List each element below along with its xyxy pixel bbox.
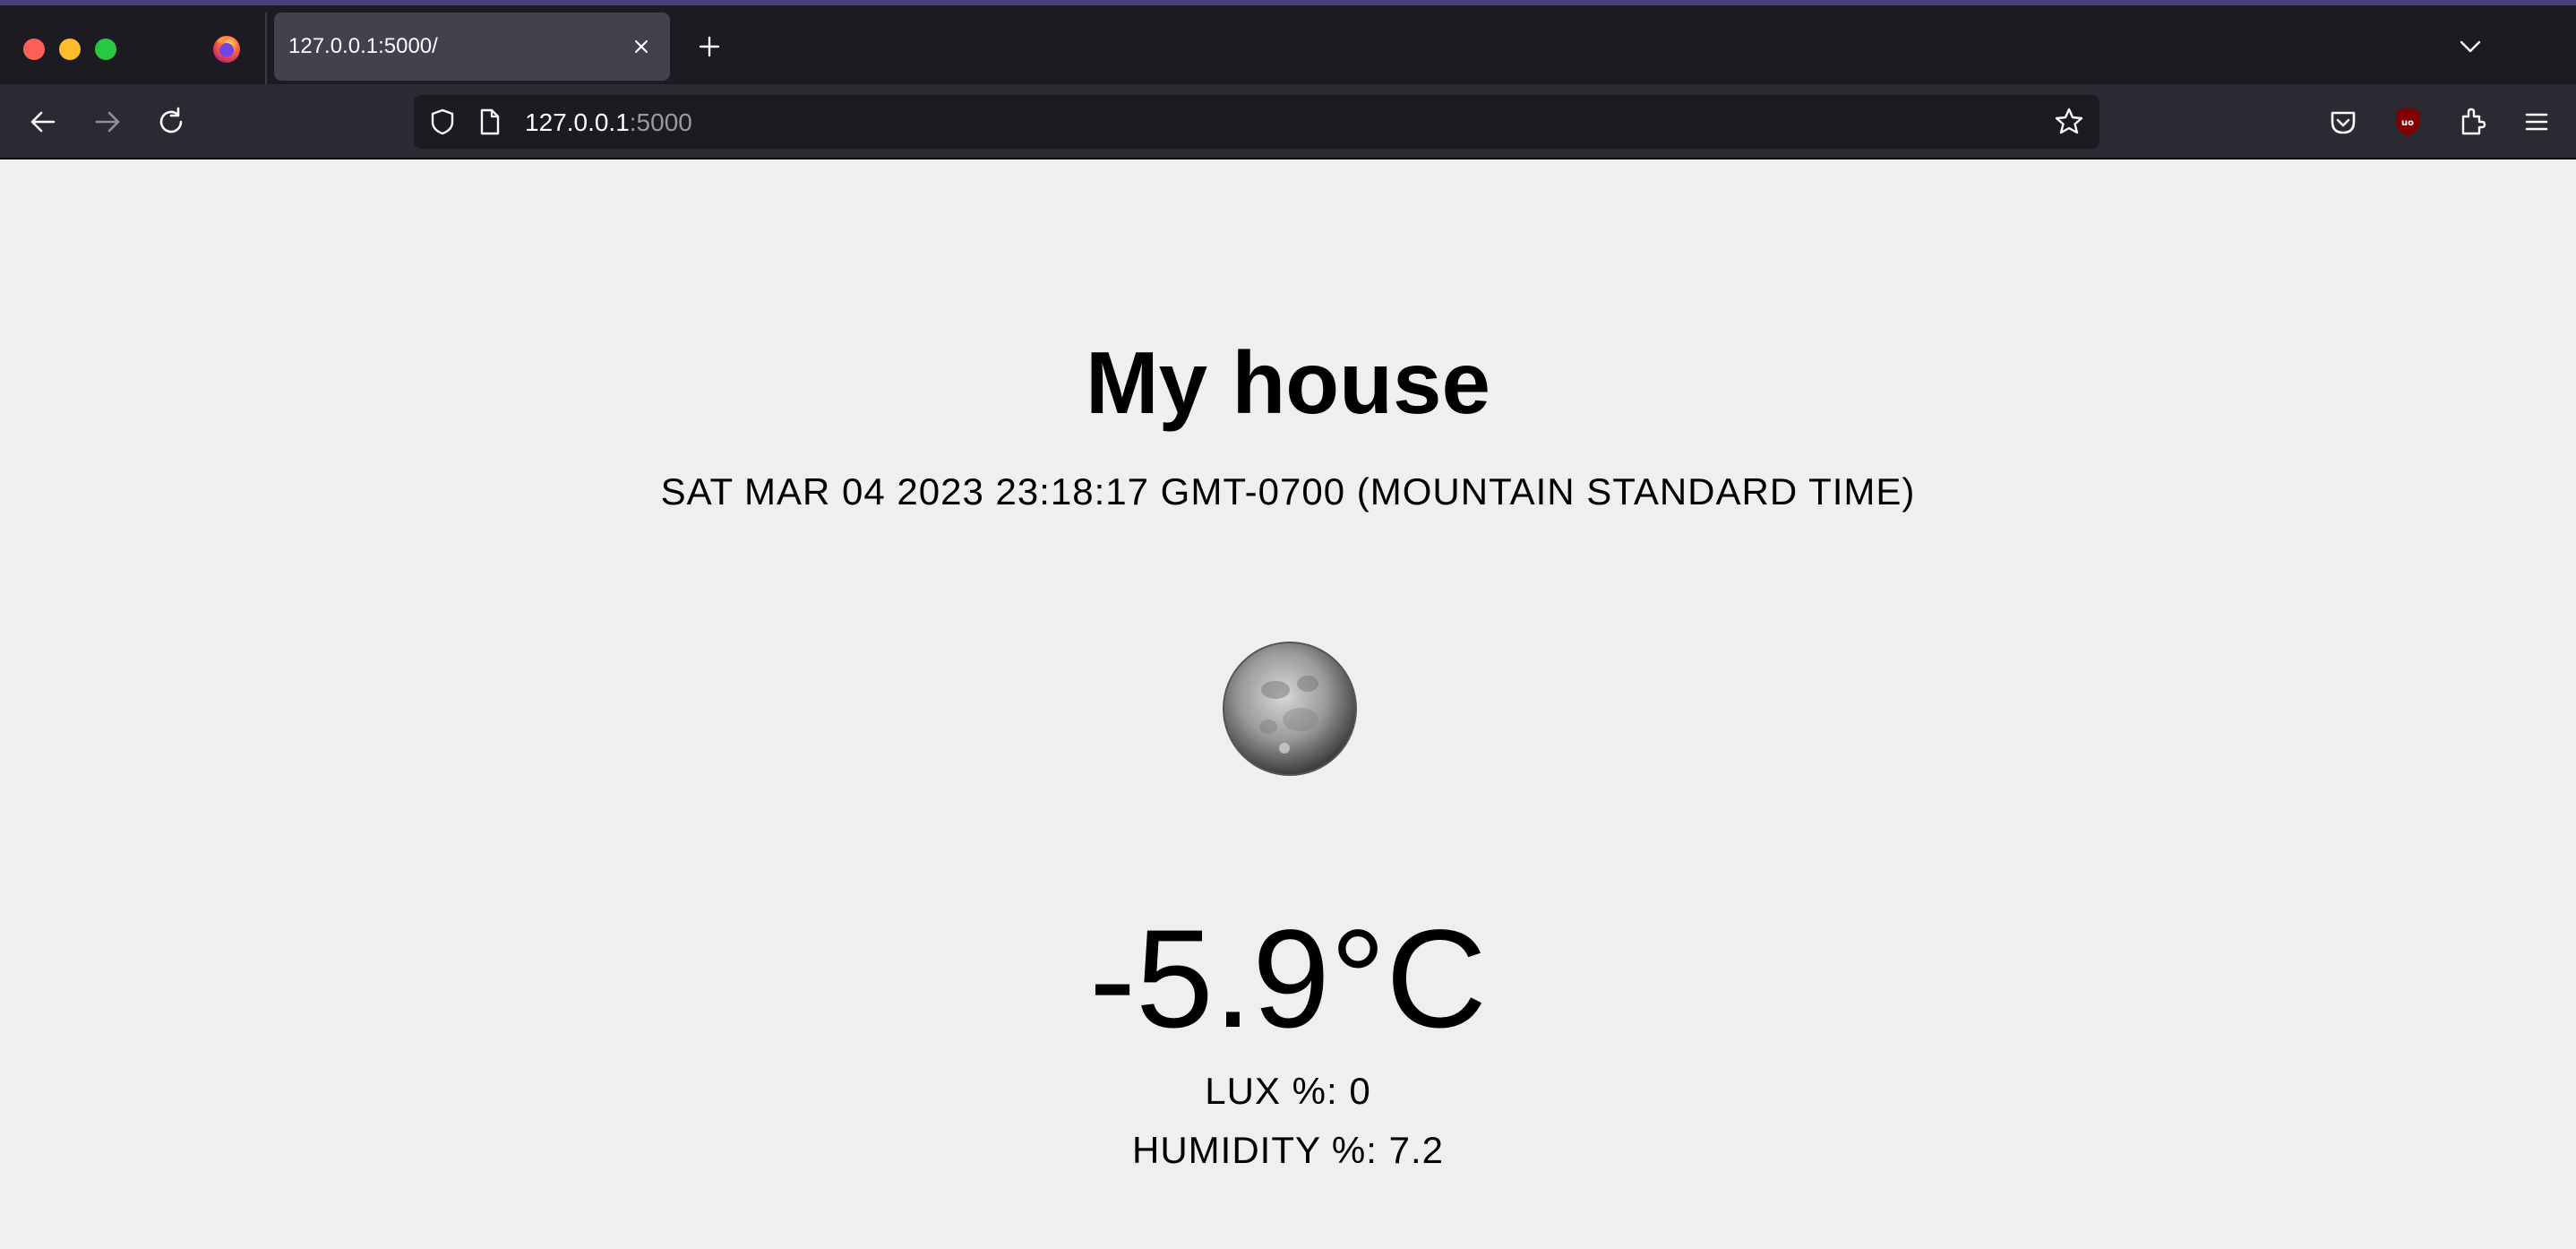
ublock-origin-icon[interactable]: uo	[2390, 104, 2426, 140]
back-arrow-icon[interactable]	[25, 104, 61, 140]
bookmark-star-icon[interactable]	[2053, 106, 2085, 138]
minimize-window-icon[interactable]	[59, 39, 81, 60]
svg-text:uo: uo	[2401, 118, 2414, 128]
tab-title: 127.0.0.1:5000/	[288, 34, 438, 58]
tab-close-icon[interactable]	[625, 30, 657, 63]
shield-icon[interactable]	[426, 106, 459, 138]
lux-reading: LUX %: 0	[1205, 1070, 1371, 1112]
humidity-reading: HUMIDITY %: 7.2	[1132, 1129, 1444, 1171]
datetime-text: SAT MAR 04 2023 23:18:17 GMT-0700 (MOUNT…	[660, 470, 1916, 513]
extensions-icon[interactable]	[2454, 104, 2490, 140]
tab-list-chevron-icon[interactable]	[2454, 30, 2486, 63]
forward-arrow-icon[interactable]	[90, 104, 125, 140]
reload-icon[interactable]	[154, 104, 190, 140]
url-bar[interactable]: 127.0.0.1:5000	[414, 95, 2099, 149]
moon-icon	[1223, 642, 1357, 776]
close-window-icon[interactable]	[23, 39, 45, 60]
tab-separator	[265, 13, 267, 84]
tab-bar: 127.0.0.1:5000/	[0, 5, 2576, 84]
url-text[interactable]: 127.0.0.1:5000	[525, 108, 692, 137]
temperature-reading: -5.9°C	[1089, 901, 1487, 1057]
firefox-logo-icon	[213, 36, 240, 63]
menu-icon[interactable]	[2519, 104, 2555, 140]
url-port: :5000	[629, 108, 692, 136]
page-icon	[480, 108, 500, 135]
new-tab-icon[interactable]	[693, 30, 726, 63]
page-title: My house	[1086, 333, 1490, 432]
navigation-toolbar: 127.0.0.1:5000 uo	[0, 84, 2576, 159]
pocket-icon[interactable]	[2325, 104, 2361, 140]
url-host: 127.0.0.1	[525, 108, 630, 136]
tab-active[interactable]: 127.0.0.1:5000/	[274, 13, 670, 81]
maximize-window-icon[interactable]	[95, 39, 116, 60]
page-content: My house SAT MAR 04 2023 23:18:17 GMT-07…	[0, 159, 2576, 1249]
